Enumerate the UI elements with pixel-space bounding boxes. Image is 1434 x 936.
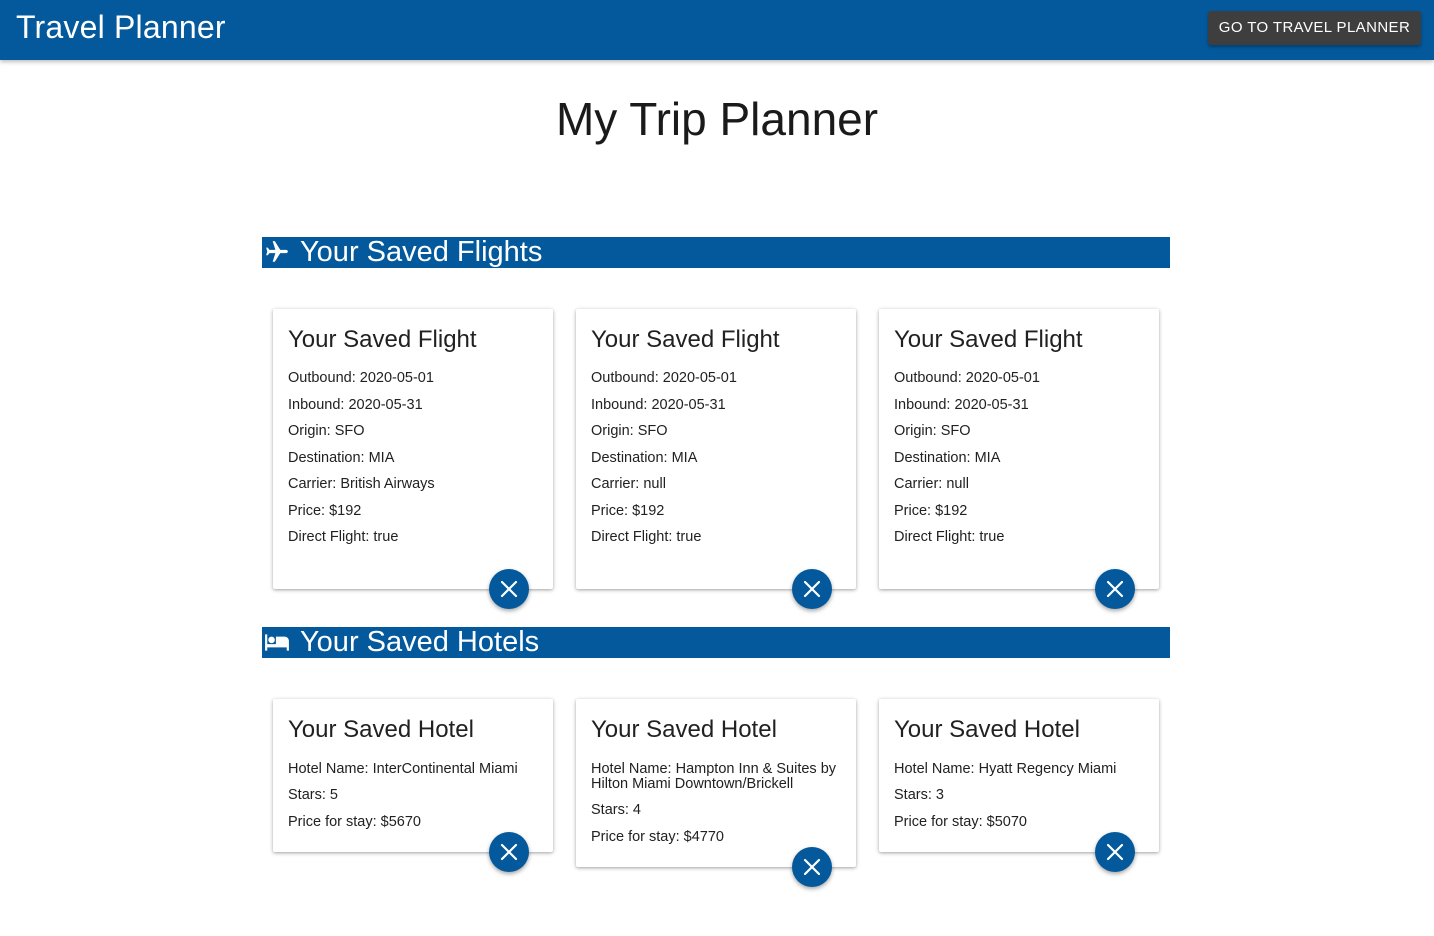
- flight-card: Your Saved Flight Outbound: 2020-05-01 I…: [879, 309, 1159, 589]
- flight-outbound: Outbound: 2020-05-01: [288, 370, 434, 386]
- delete-flight-button[interactable]: [792, 569, 832, 609]
- flight-destination: Destination: MIA: [894, 450, 1001, 466]
- delete-hotel-button[interactable]: [1095, 832, 1135, 872]
- flight-inbound: Inbound: 2020-05-31: [894, 397, 1029, 413]
- flight-direct: Direct Flight: true: [894, 529, 1005, 545]
- flight-carrier: Carrier: null: [894, 476, 969, 492]
- close-icon: [803, 580, 821, 598]
- flight-price: Price: $192: [591, 503, 665, 519]
- saved-flights-header: Your Saved Flights: [262, 236, 1170, 268]
- flight-destination: Destination: MIA: [288, 450, 395, 466]
- app-bar: Travel Planner GO TO TRAVEL PLANNER: [0, 0, 1434, 60]
- close-icon: [1106, 843, 1124, 861]
- hotel-stars: Stars: 3: [894, 787, 944, 803]
- flight-card-title: Your Saved Flight: [894, 326, 1083, 353]
- flight-origin: Origin: SFO: [288, 423, 365, 439]
- saved-hotels-header: Your Saved Hotels: [262, 626, 1170, 658]
- flight-card: Your Saved Flight Outbound: 2020-05-01 I…: [273, 309, 553, 589]
- hotel-card: Your Saved Hotel Hotel Name: InterContin…: [273, 699, 553, 852]
- close-icon: [500, 580, 518, 598]
- close-icon: [500, 843, 518, 861]
- flight-destination: Destination: MIA: [591, 450, 698, 466]
- airplane-icon: [266, 241, 288, 262]
- flight-carrier: Carrier: null: [591, 476, 666, 492]
- flight-inbound: Inbound: 2020-05-31: [591, 397, 726, 413]
- delete-flight-button[interactable]: [489, 569, 529, 609]
- delete-flight-button[interactable]: [1095, 569, 1135, 609]
- flight-outbound: Outbound: 2020-05-01: [894, 370, 1040, 386]
- flight-card-title: Your Saved Flight: [591, 326, 780, 353]
- flight-origin: Origin: SFO: [591, 423, 668, 439]
- hotel-card-title: Your Saved Hotel: [288, 716, 474, 743]
- hotel-price: Price for stay: $5670: [288, 814, 421, 830]
- hotel-stars: Stars: 4: [591, 802, 641, 818]
- flight-price: Price: $192: [894, 503, 968, 519]
- delete-hotel-button[interactable]: [489, 832, 529, 872]
- bed-icon: [265, 634, 289, 651]
- saved-flights-title: Your Saved Flights: [300, 236, 543, 268]
- flight-card-title: Your Saved Flight: [288, 326, 477, 353]
- hotel-card-title: Your Saved Hotel: [591, 716, 777, 743]
- close-icon: [803, 858, 821, 876]
- flight-direct: Direct Flight: true: [591, 529, 702, 545]
- hotel-card: Your Saved Hotel Hotel Name: Hampton Inn…: [576, 699, 856, 867]
- flight-direct: Direct Flight: true: [288, 529, 399, 545]
- flight-carrier: Carrier: British Airways: [288, 476, 435, 492]
- page-title: My Trip Planner: [555, 93, 879, 145]
- go-to-travel-planner-button[interactable]: GO TO TRAVEL PLANNER: [1208, 11, 1421, 45]
- flight-inbound: Inbound: 2020-05-31: [288, 397, 423, 413]
- flight-outbound: Outbound: 2020-05-01: [591, 370, 737, 386]
- hotel-price: Price for stay: $4770: [591, 829, 724, 845]
- hotel-name: Hotel Name: Hampton Inn & Suites by Hilt…: [591, 761, 837, 792]
- saved-hotels-title: Your Saved Hotels: [300, 626, 540, 658]
- flight-card: Your Saved Flight Outbound: 2020-05-01 I…: [576, 309, 856, 589]
- hotel-name: Hotel Name: InterContinental Miami: [288, 761, 518, 777]
- hotel-stars: Stars: 5: [288, 787, 338, 803]
- hotel-card-title: Your Saved Hotel: [894, 716, 1080, 743]
- hotel-price: Price for stay: $5070: [894, 814, 1027, 830]
- hotel-name: Hotel Name: Hyatt Regency Miami: [894, 761, 1117, 777]
- app-title: Travel Planner: [16, 9, 226, 45]
- close-icon: [1106, 580, 1124, 598]
- delete-hotel-button[interactable]: [792, 847, 832, 887]
- flight-origin: Origin: SFO: [894, 423, 971, 439]
- flight-price: Price: $192: [288, 503, 362, 519]
- hotel-card: Your Saved Hotel Hotel Name: Hyatt Regen…: [879, 699, 1159, 852]
